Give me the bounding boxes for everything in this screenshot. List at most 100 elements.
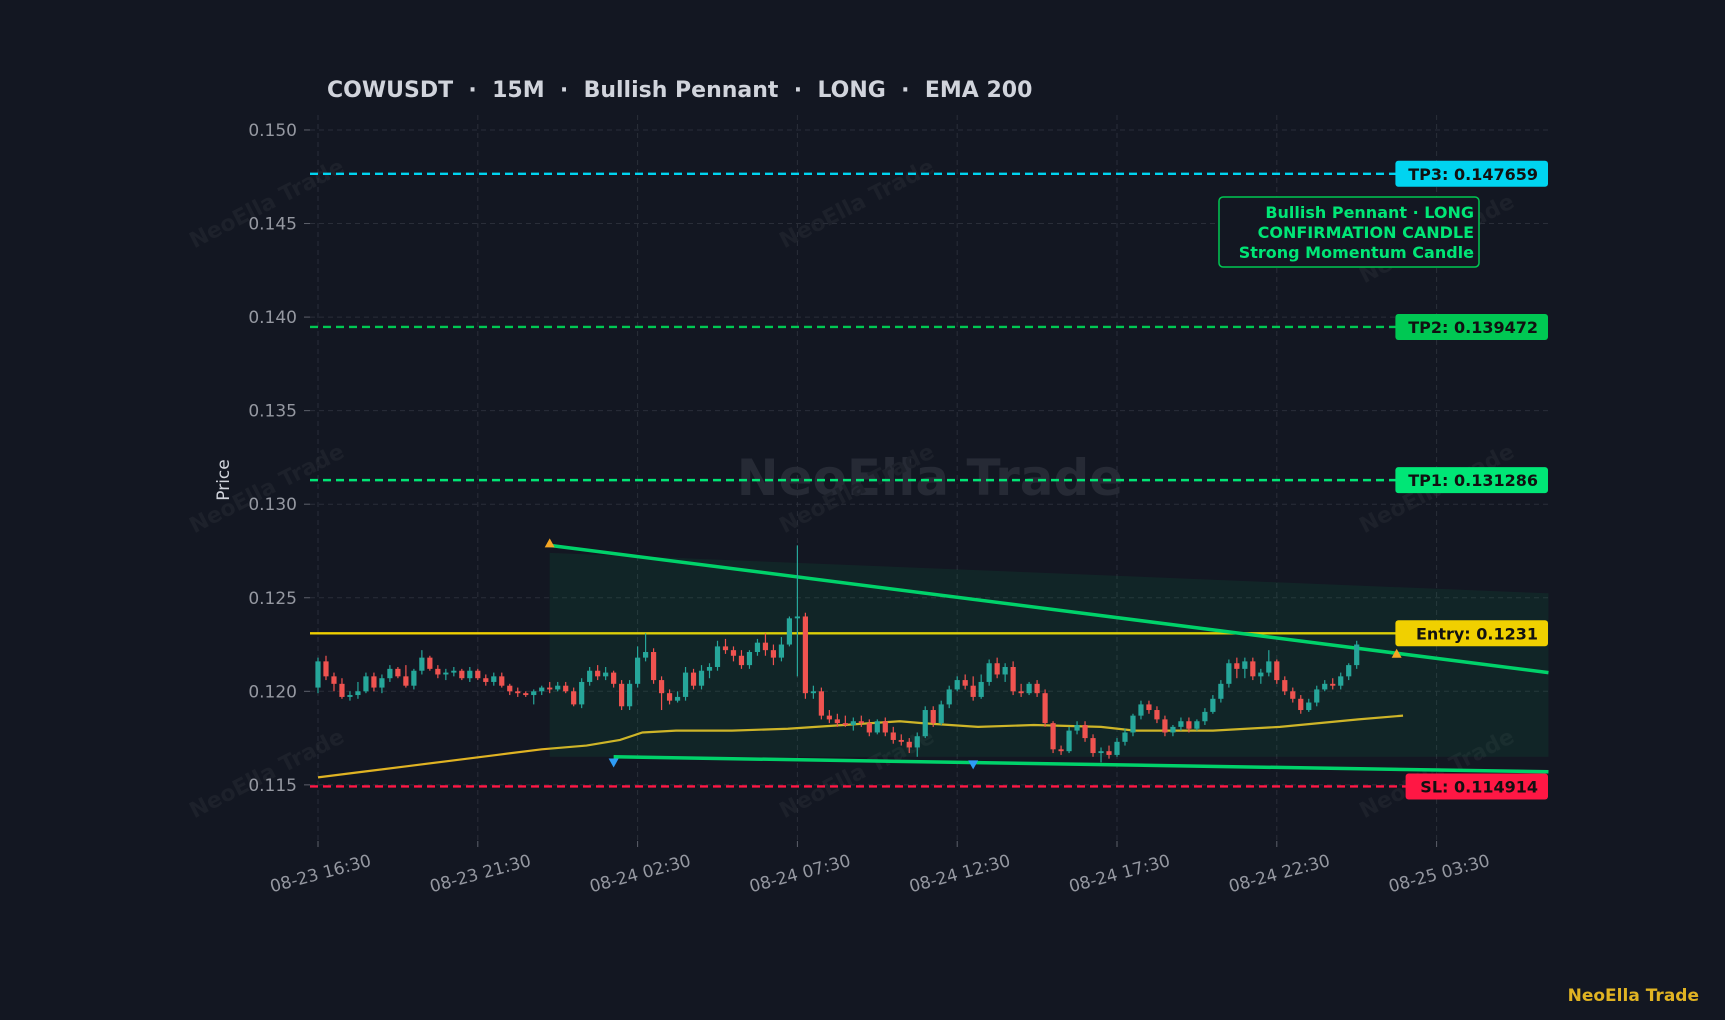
candle-body bbox=[371, 676, 377, 688]
candle-body bbox=[898, 739, 904, 742]
price-chart: NeoElla Trade NeoElla Trade NeoElla Trade N… bbox=[186, 78, 1552, 897]
candle-body bbox=[922, 710, 928, 737]
y-tick-label: 0.135 bbox=[248, 402, 297, 422]
candle-body bbox=[435, 668, 441, 675]
x-tick-label: 08-23 21:30 bbox=[428, 851, 533, 897]
pivot-high-marker bbox=[544, 538, 555, 548]
candle-body bbox=[403, 676, 409, 686]
candle-body bbox=[523, 693, 529, 696]
candle-body bbox=[387, 668, 393, 679]
candle-body bbox=[363, 676, 369, 692]
candle-body bbox=[658, 680, 665, 694]
candle-body bbox=[722, 646, 729, 651]
candle-body bbox=[826, 715, 832, 720]
level-label-tp2: TP2: 0.139472 bbox=[1408, 318, 1538, 337]
candle-body bbox=[419, 657, 425, 671]
candle-body bbox=[674, 696, 681, 701]
candle-body bbox=[858, 721, 864, 724]
candle-body bbox=[698, 670, 705, 686]
pivot-low-marker bbox=[968, 760, 979, 770]
brand-logo-text: NeoElla Trade bbox=[1567, 986, 1699, 1006]
candle-body bbox=[443, 672, 449, 675]
candle-body bbox=[890, 732, 896, 740]
candle-body bbox=[635, 657, 641, 684]
x-tick-label: 08-24 22:30 bbox=[1227, 851, 1332, 897]
candle-body bbox=[762, 642, 769, 651]
candle-body bbox=[627, 683, 633, 707]
candle-body bbox=[1346, 665, 1352, 677]
candle-body bbox=[1074, 724, 1080, 731]
x-tick-label: 08-24 12:30 bbox=[907, 851, 1012, 897]
y-tick-label: 0.130 bbox=[248, 495, 297, 515]
candle-body bbox=[1290, 691, 1296, 699]
candle-body bbox=[746, 652, 753, 666]
watermark-tile: NeoElla Trade bbox=[186, 154, 349, 253]
candle-body bbox=[730, 650, 737, 656]
candle-body bbox=[842, 723, 848, 725]
candle-body bbox=[1106, 751, 1112, 755]
candle-body bbox=[1266, 661, 1272, 673]
candle-body bbox=[587, 670, 593, 682]
candle-body bbox=[802, 616, 808, 694]
candle-body bbox=[738, 655, 745, 666]
candle-body bbox=[682, 672, 689, 697]
candle-body bbox=[834, 719, 840, 724]
candle-body bbox=[579, 681, 585, 705]
candle-body bbox=[1274, 661, 1280, 681]
annotation-line: Bullish Pennant · LONG bbox=[1265, 203, 1474, 222]
candle-body bbox=[323, 661, 329, 677]
candle-body bbox=[978, 681, 984, 697]
candle-body bbox=[1194, 721, 1200, 729]
candle-body bbox=[1018, 691, 1024, 694]
candle-body bbox=[379, 678, 385, 688]
candle-body bbox=[459, 670, 465, 679]
candle-body bbox=[850, 721, 856, 725]
candle-body bbox=[355, 691, 361, 696]
candle-body bbox=[970, 685, 976, 697]
candle-body bbox=[331, 676, 337, 684]
candle-body bbox=[339, 683, 345, 697]
candle-body bbox=[882, 721, 888, 733]
candle-body bbox=[571, 691, 577, 705]
x-tick-label: 08-24 17:30 bbox=[1067, 851, 1172, 897]
level-label-tp3: TP3: 0.147659 bbox=[1408, 165, 1538, 184]
candle-body bbox=[714, 646, 721, 667]
candle-body bbox=[794, 616, 800, 619]
candle-body bbox=[531, 691, 537, 696]
candle-body bbox=[1114, 741, 1120, 755]
candle-body bbox=[642, 652, 649, 658]
level-label-sl: SL: 0.114914 bbox=[1420, 777, 1538, 796]
candle-body bbox=[1258, 672, 1264, 677]
candle-body bbox=[906, 741, 912, 748]
candle-body bbox=[938, 704, 944, 724]
candle-body bbox=[690, 672, 697, 686]
candle-body bbox=[1146, 704, 1152, 711]
x-tick-label: 08-24 02:30 bbox=[588, 851, 693, 897]
candle-body bbox=[1162, 719, 1168, 733]
candle-body bbox=[1050, 723, 1056, 750]
candle-body bbox=[619, 683, 625, 707]
candle-body bbox=[666, 693, 673, 701]
candle-body bbox=[1026, 683, 1032, 694]
candle-body bbox=[1218, 683, 1224, 699]
chart-title: COWUSDT · 15M · Bullish Pennant · LONG ·… bbox=[327, 78, 1032, 103]
y-tick-label: 0.120 bbox=[248, 682, 297, 702]
candle-body bbox=[1170, 726, 1176, 733]
pennant-pattern bbox=[544, 538, 1549, 774]
candle-body bbox=[954, 680, 960, 690]
candle-body bbox=[818, 691, 824, 716]
candle-body bbox=[1298, 698, 1304, 711]
pennant-lower-trendline bbox=[613, 755, 1549, 774]
y-tick-label: 0.115 bbox=[248, 776, 297, 796]
pattern-annotation-box: Bullish Pennant · LONGCONFIRMATION CANDL… bbox=[1218, 196, 1480, 268]
candle-body bbox=[1314, 689, 1320, 703]
level-label-tp1: TP1: 0.131286 bbox=[1408, 471, 1538, 490]
candle-body bbox=[1122, 732, 1128, 742]
candle-body bbox=[547, 687, 553, 690]
candle-body bbox=[1178, 721, 1184, 727]
candle-body bbox=[483, 678, 489, 682]
candle-body bbox=[475, 670, 481, 679]
candle-body bbox=[946, 689, 952, 705]
candle-body bbox=[315, 661, 321, 688]
candle-body bbox=[1010, 666, 1016, 692]
